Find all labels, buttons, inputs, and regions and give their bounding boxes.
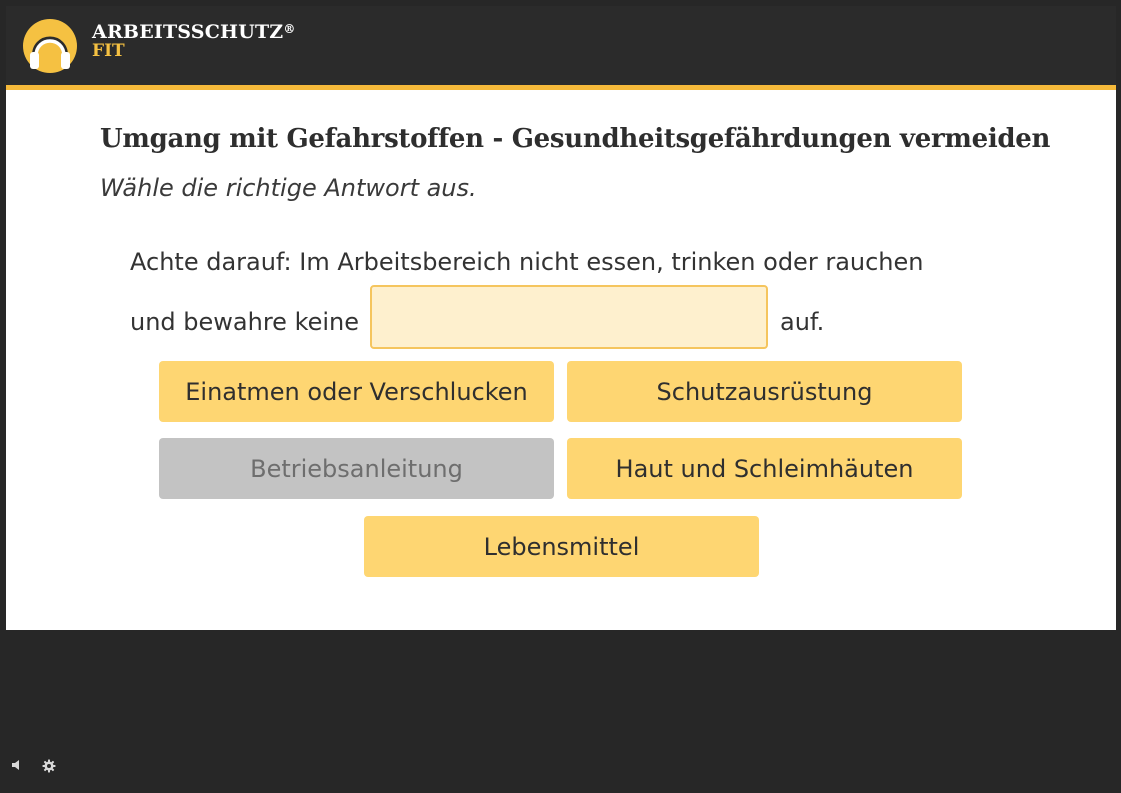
option-einatmen-oder-verschlucken[interactable]: Einatmen oder Verschlucken <box>159 361 554 422</box>
sentence-line-1: Achte darauf: Im Arbeitsbereich nicht es… <box>130 248 924 276</box>
option-betriebsanleitung: Betriebsanleitung <box>159 438 554 499</box>
brand-name: ARBEITSSCHUTZ® <box>92 21 296 43</box>
headphones-icon <box>23 19 77 73</box>
sentence-before-blank: und bewahre keine <box>130 308 360 336</box>
gear-icon[interactable] <box>42 759 56 773</box>
sentence-after-blank: auf. <box>780 308 825 336</box>
page-title: Umgang mit Gefahrstoffen - Gesundheitsge… <box>100 124 1051 154</box>
header-bar: ARBEITSSCHUTZ® FIT <box>6 6 1116 90</box>
instruction-text: Wähle die richtige Antwort aus. <box>100 174 477 202</box>
option-schutzausruestung[interactable]: Schutzausrüstung <box>567 361 962 422</box>
speaker-icon[interactable] <box>10 758 24 772</box>
content-frame: ARBEITSSCHUTZ® FIT Umgang mit Gefahrstof… <box>6 6 1116 630</box>
brand-logo-text: ARBEITSSCHUTZ® FIT <box>92 23 296 60</box>
brand-subname: FIT <box>92 41 125 61</box>
answer-drop-zone[interactable] <box>370 285 768 349</box>
option-lebensmittel[interactable]: Lebensmittel <box>364 516 759 577</box>
option-haut-und-schleimhaeuten[interactable]: Haut und Schleimhäuten <box>567 438 962 499</box>
